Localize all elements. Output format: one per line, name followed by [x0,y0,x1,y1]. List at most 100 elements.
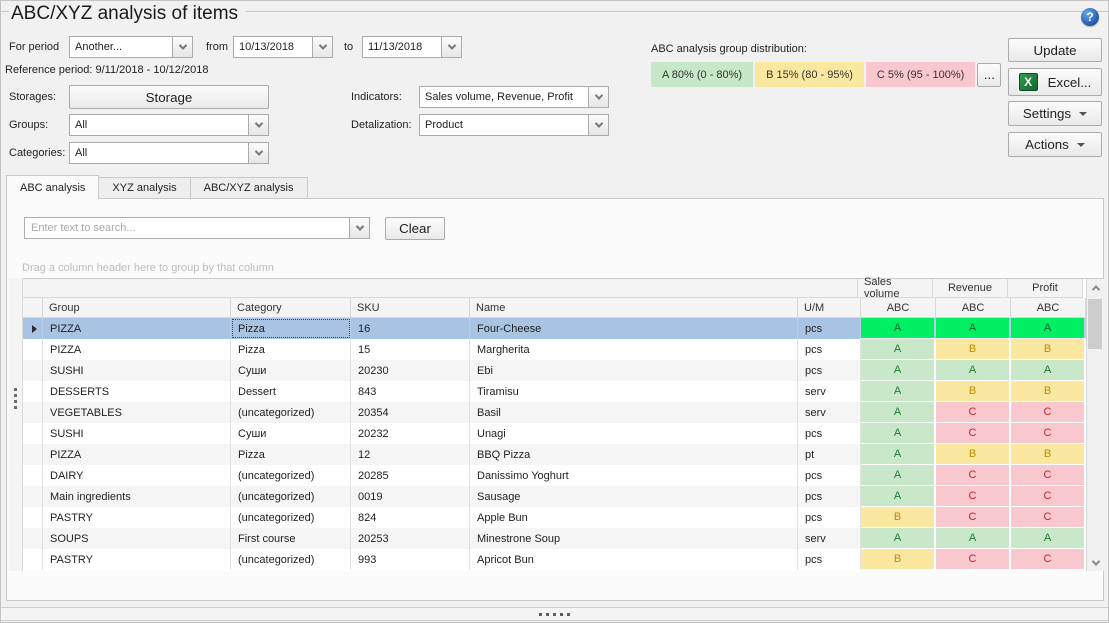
period-preset-dropdown[interactable]: Another... [69,36,193,58]
table-row[interactable]: PIZZAPizza12BBQ PizzaptABB [23,444,1086,465]
cell-abc-revenue[interactable]: C [936,507,1011,528]
cell-abc-revenue[interactable]: C [936,486,1011,507]
header-abc-revenue[interactable]: ABC [936,298,1011,318]
groups-dropdown[interactable]: All [69,114,269,136]
settings-button[interactable]: Settings [1008,101,1102,126]
cell-name[interactable]: Basil [470,402,798,423]
header-name[interactable]: Name [470,298,798,318]
cell-um[interactable]: pcs [798,318,861,339]
cell-abc-profit[interactable]: B [1011,444,1086,465]
row-indicator[interactable] [23,528,43,549]
cell-abc-profit[interactable]: B [1011,339,1086,360]
cell-group[interactable]: PASTRY [43,549,231,570]
cell-abc-revenue[interactable]: B [936,339,1011,360]
cell-category[interactable]: (uncategorized) [231,402,351,423]
cell-category[interactable]: (uncategorized) [231,549,351,570]
header-abc-sales[interactable]: ABC [861,298,936,318]
cell-abc-sales-volume[interactable]: A [861,360,936,381]
cell-sku[interactable]: 0019 [351,486,470,507]
cell-abc-profit[interactable]: C [1011,423,1086,444]
cell-abc-profit[interactable]: C [1011,402,1086,423]
row-indicator[interactable] [23,444,43,465]
help-icon[interactable]: ? [1081,8,1099,26]
table-row[interactable]: SOUPSFirst course20253Minestrone Soupser… [23,528,1086,549]
cell-category[interactable]: Pizza [231,444,351,465]
cell-name[interactable]: Apricot Bun [470,549,798,570]
header-profit[interactable]: Profit [1008,279,1083,298]
cell-um[interactable]: pcs [798,423,861,444]
table-row[interactable]: DESSERTSDessert843TiramisuservABB [23,381,1086,402]
cell-category[interactable]: (uncategorized) [231,465,351,486]
cell-abc-sales-volume[interactable]: B [861,549,936,570]
excel-button[interactable]: X Excel... [1008,68,1102,96]
cell-abc-sales-volume[interactable]: A [861,528,936,549]
cell-abc-revenue[interactable]: C [936,465,1011,486]
cell-sku[interactable]: 16 [351,318,470,339]
cell-category[interactable]: (uncategorized) [231,486,351,507]
table-row[interactable]: PIZZAPizza16Four-CheesepcsAAA [23,318,1086,339]
table-row[interactable]: SUSHIСуши20232UnagipcsACC [23,423,1086,444]
cell-name[interactable]: Margherita [470,339,798,360]
cell-abc-revenue[interactable]: A [936,318,1011,339]
cell-name[interactable]: Unagi [470,423,798,444]
cell-category[interactable]: Pizza [231,339,351,360]
cell-sku[interactable]: 15 [351,339,470,360]
update-button[interactable]: Update [1008,38,1102,62]
cell-sku[interactable]: 824 [351,507,470,528]
row-indicator[interactable] [23,507,43,528]
cell-abc-sales-volume[interactable]: A [861,402,936,423]
row-indicator[interactable] [23,465,43,486]
chevron-down-icon[interactable] [172,37,192,57]
cell-sku[interactable]: 843 [351,381,470,402]
cell-category[interactable]: (uncategorized) [231,507,351,528]
cell-abc-profit[interactable]: A [1011,318,1086,339]
cell-group[interactable]: Main ingredients [43,486,231,507]
table-row[interactable]: PASTRY(uncategorized)993Apricot BunpcsBC… [23,549,1086,570]
cell-sku[interactable]: 20285 [351,465,470,486]
cell-group[interactable]: DAIRY [43,465,231,486]
chevron-down-icon[interactable] [312,37,332,57]
storage-button[interactable]: Storage [69,85,269,109]
cell-group[interactable]: PASTRY [43,507,231,528]
cell-um[interactable]: serv [798,381,861,402]
chevron-down-icon[interactable] [248,143,268,163]
row-indicator[interactable] [23,318,43,339]
tab-xyz-analysis[interactable]: XYZ analysis [99,177,190,199]
cell-abc-profit[interactable]: C [1011,465,1086,486]
table-row[interactable]: DAIRY(uncategorized)20285Danissimo Yoghu… [23,465,1086,486]
cell-group[interactable]: DESSERTS [43,381,231,402]
distribution-more-button[interactable]: ... [977,63,1001,87]
cell-name[interactable]: Four-Cheese [470,318,798,339]
cell-abc-profit[interactable]: A [1011,528,1086,549]
chevron-down-icon[interactable] [248,115,268,135]
header-group[interactable]: Group [43,298,231,318]
cell-abc-sales-volume[interactable]: A [861,423,936,444]
row-indicator[interactable] [23,549,43,570]
date-from-field[interactable]: 10/13/2018 [233,36,333,58]
cell-abc-sales-volume[interactable]: A [861,318,936,339]
chevron-down-icon[interactable] [588,87,608,107]
row-indicator[interactable] [23,381,43,402]
header-sales-volume[interactable]: Sales volume [858,279,933,298]
row-indicator[interactable] [23,486,43,507]
scroll-down-icon[interactable] [1087,554,1104,571]
collapse-splitter[interactable] [9,278,23,571]
table-row[interactable]: PIZZAPizza15MargheritapcsABB [23,339,1086,360]
scroll-up-icon[interactable] [1087,279,1104,296]
cell-abc-revenue[interactable]: B [936,444,1011,465]
chevron-down-icon[interactable] [588,115,608,135]
cell-abc-sales-volume[interactable]: A [861,339,936,360]
cell-um[interactable]: serv [798,402,861,423]
cell-abc-revenue[interactable]: C [936,549,1011,570]
bottom-splitter[interactable] [1,607,1108,621]
cell-um[interactable]: pcs [798,465,861,486]
header-abc-profit[interactable]: ABC [1011,298,1086,318]
cell-category[interactable]: Pizza [231,318,351,339]
cell-group[interactable]: PIZZA [43,444,231,465]
cell-abc-profit[interactable]: C [1011,486,1086,507]
cell-um[interactable]: pcs [798,339,861,360]
cell-category[interactable]: Суши [231,360,351,381]
row-indicator[interactable] [23,339,43,360]
cell-abc-sales-volume[interactable]: A [861,444,936,465]
cell-sku[interactable]: 993 [351,549,470,570]
